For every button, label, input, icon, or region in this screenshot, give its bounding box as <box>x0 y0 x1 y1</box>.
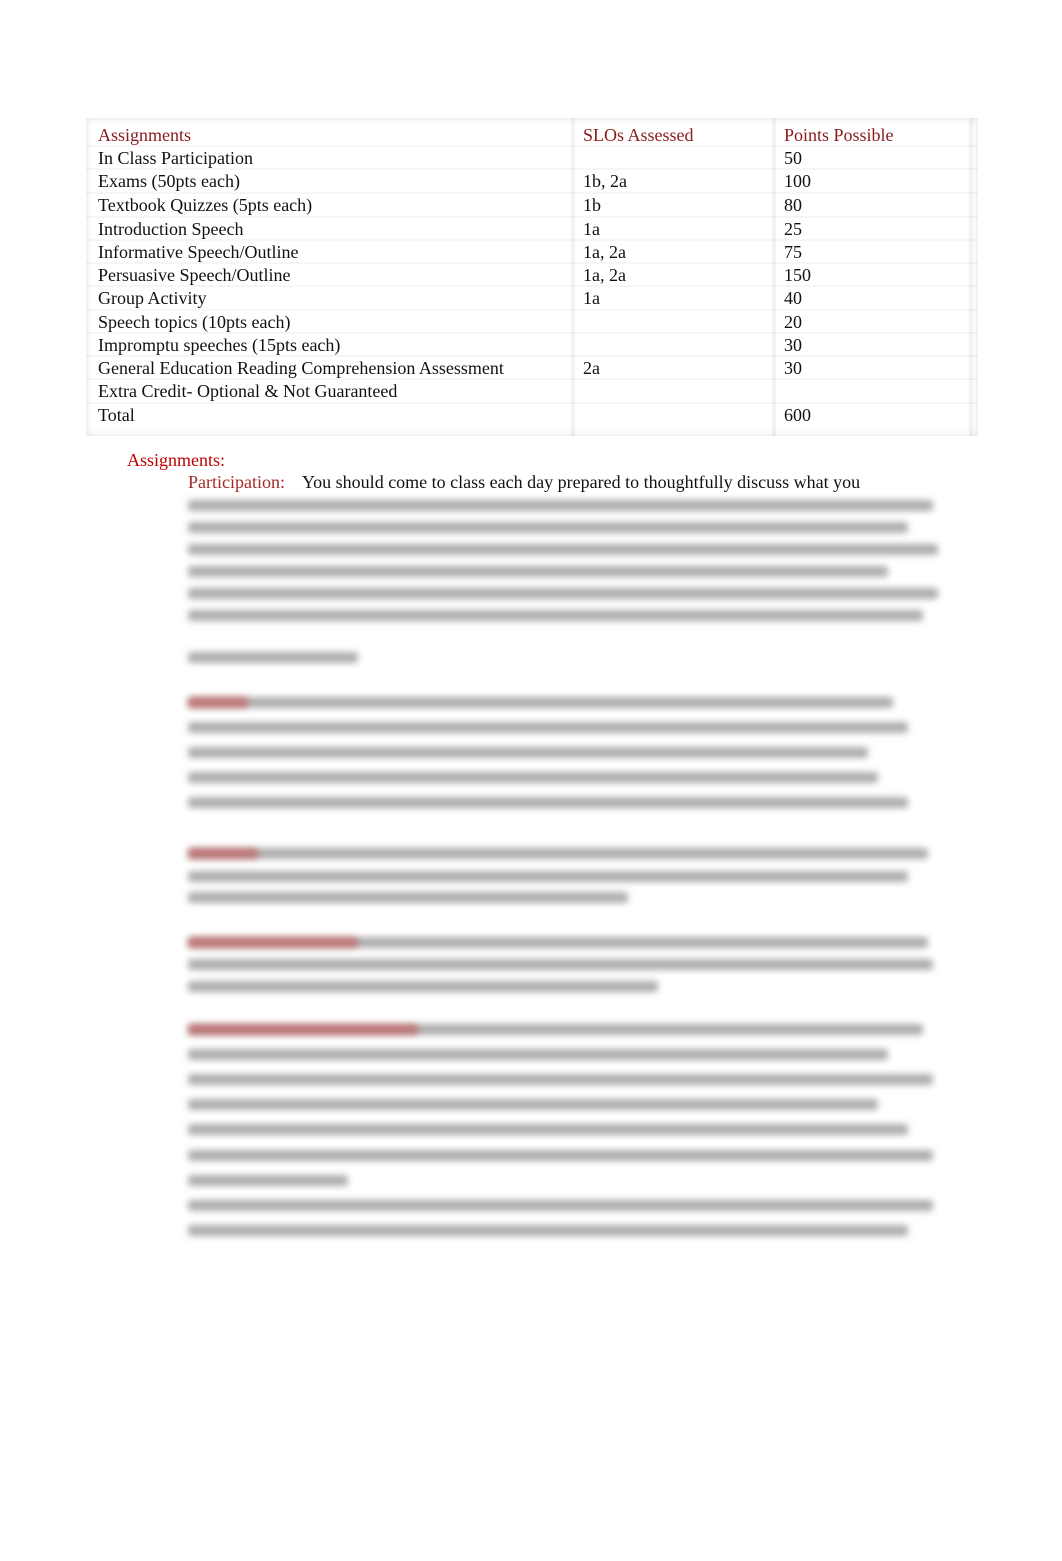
cell-points: 50 <box>784 148 802 168</box>
cell-slos: 1a <box>583 288 600 308</box>
blurred-text-line <box>188 652 358 663</box>
cell-points: 30 <box>784 358 802 378</box>
table-header-row: Assignments SLOs Assessed Points Possibl… <box>98 124 968 147</box>
cell-points: 600 <box>784 405 811 425</box>
cell-assignment: Informative Speech/Outline <box>98 242 299 262</box>
cell-slos: 1a, 2a <box>583 242 626 262</box>
row-divider <box>86 378 978 380</box>
blurred-text-line <box>188 697 893 708</box>
blurred-label <box>188 1024 418 1035</box>
blurred-text-line <box>188 500 933 511</box>
cell-assignment: General Education Reading Comprehension … <box>98 358 504 378</box>
blurred-text-line <box>188 1099 878 1110</box>
table-row: Persuasive Speech/Outline 1a, 2a 150 <box>98 264 968 287</box>
blurred-text-line <box>188 722 908 733</box>
cell-slos: 2a <box>583 358 600 378</box>
row-divider <box>86 145 978 147</box>
row-divider <box>86 309 978 311</box>
cell-assignment: Introduction Speech <box>98 219 244 239</box>
cell-slos: 1a, 2a <box>583 265 626 285</box>
row-divider <box>86 216 978 218</box>
table-row: Impromptu speeches (15pts each) 30 <box>98 334 968 357</box>
header-slos: SLOs Assessed <box>583 125 694 145</box>
table-row: General Education Reading Comprehension … <box>98 357 968 380</box>
table-row: Textbook Quizzes (5pts each) 1b 80 <box>98 194 968 217</box>
table-row: Informative Speech/Outline 1a, 2a 75 <box>98 241 968 264</box>
header-points: Points Possible <box>784 125 894 145</box>
blurred-text-line <box>188 522 908 533</box>
cell-assignment: Impromptu speeches (15pts each) <box>98 335 341 355</box>
blurred-label <box>188 937 358 948</box>
table-row: Extra Credit- Optional & Not Guaranteed <box>98 380 968 403</box>
row-divider <box>86 192 978 194</box>
blurred-text-line <box>188 1074 933 1085</box>
cell-assignment: Total <box>98 405 135 425</box>
cell-points: 80 <box>784 195 802 215</box>
cell-points: 100 <box>784 171 811 191</box>
assignments-heading: Assignments: <box>127 450 226 470</box>
blurred-label <box>188 697 248 708</box>
cell-points: 75 <box>784 242 802 262</box>
row-divider <box>86 168 978 170</box>
blurred-text-line <box>188 1150 933 1161</box>
row-divider <box>86 402 978 404</box>
cell-assignment: Extra Credit- Optional & Not Guaranteed <box>98 381 398 401</box>
blurred-text-line <box>188 1049 888 1060</box>
blurred-label <box>188 848 258 859</box>
table-row: Introduction Speech 1a 25 <box>98 218 968 241</box>
cell-assignment: Textbook Quizzes (5pts each) <box>98 195 313 215</box>
row-divider <box>86 239 978 241</box>
cell-assignment: Persuasive Speech/Outline <box>98 265 291 285</box>
blurred-text-line <box>188 981 658 992</box>
row-divider <box>86 285 978 287</box>
blurred-text-line <box>188 610 923 621</box>
blurred-text-line <box>188 544 938 555</box>
cell-slos: 1a <box>583 219 600 239</box>
table-row: Speech topics (10pts each) 20 <box>98 311 968 334</box>
cell-points: 25 <box>784 219 802 239</box>
blurred-text-line <box>188 588 938 599</box>
cell-assignment: Speech topics (10pts each) <box>98 312 291 332</box>
blurred-text-line <box>188 892 628 903</box>
blurred-text-line <box>188 566 888 577</box>
blurred-text-line <box>188 1200 933 1211</box>
blurred-text-line <box>188 1124 908 1135</box>
cell-points: 20 <box>784 312 802 332</box>
blurred-text-line <box>188 1175 348 1186</box>
cell-points: 30 <box>784 335 802 355</box>
column-divider <box>968 118 974 436</box>
cell-assignment: In Class Participation <box>98 148 253 168</box>
cell-assignment: Group Activity <box>98 288 207 308</box>
blurred-text-line <box>188 1225 908 1236</box>
blurred-text-line <box>188 959 933 970</box>
header-assignments: Assignments <box>98 125 192 145</box>
participation-text: You should come to class each day prepar… <box>301 472 861 492</box>
row-divider <box>86 262 978 264</box>
assignments-table: Assignments SLOs Assessed Points Possibl… <box>86 118 978 436</box>
table-row: Exams (50pts each) 1b, 2a 100 <box>98 170 968 193</box>
blurred-text-line <box>188 747 868 758</box>
participation-label: Participation: <box>188 472 285 492</box>
cell-slos: 1b <box>583 195 601 215</box>
table-row: Total 600 <box>98 404 968 427</box>
row-divider <box>86 355 978 357</box>
participation-paragraph: Participation: You should come to class e… <box>188 472 860 493</box>
table-row: In Class Participation 50 <box>98 147 968 170</box>
cell-assignment: Exams (50pts each) <box>98 171 240 191</box>
cell-points: 150 <box>784 265 811 285</box>
blurred-text-line <box>188 871 908 882</box>
blurred-text-line <box>188 797 908 808</box>
cell-points: 40 <box>784 288 802 308</box>
blurred-text-line <box>188 848 928 859</box>
table-row: Group Activity 1a 40 <box>98 287 968 310</box>
cell-slos: 1b, 2a <box>583 171 627 191</box>
blurred-text-line <box>188 772 878 783</box>
row-divider <box>86 332 978 334</box>
